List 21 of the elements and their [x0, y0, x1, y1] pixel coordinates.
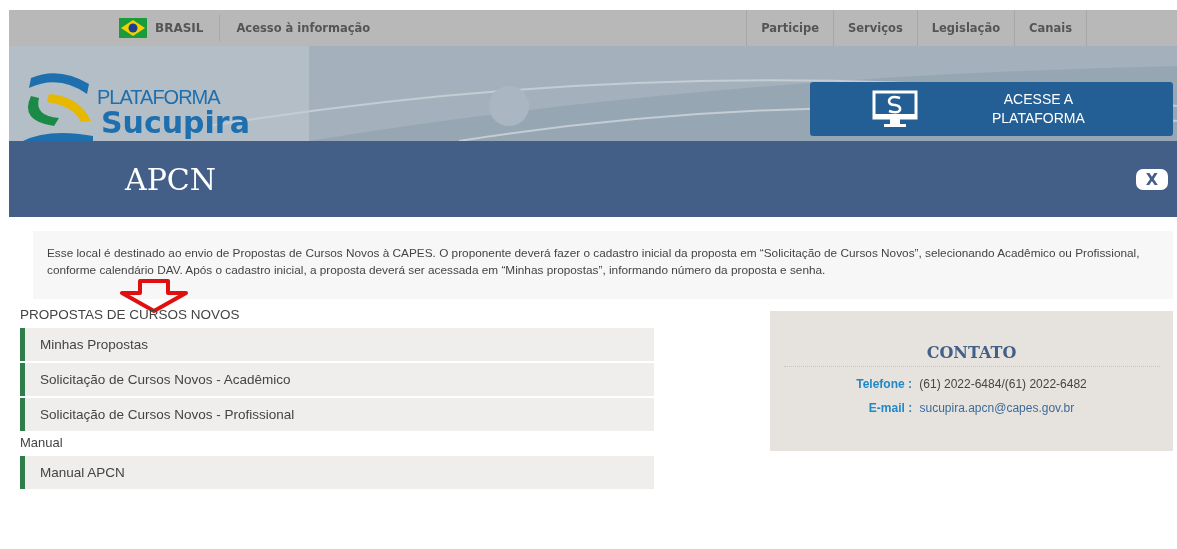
monitor-icon	[872, 90, 918, 128]
menu-link[interactable]: Solicitação de Cursos Novos - Profissional	[20, 398, 654, 431]
intro-paragraph: Esse local é destinado ao envio de Propostas de Cursos Novos à CAPES. O proponente deverá fazer o cadastro inicial da proposta em “Solicitação de Cursos Novos”, selecionando Acadêmico ou Profissional, conforme calendário DAV. Após o cadastro inicial, a proposta deverá ser acessada em “Minhas propostas”, informando número da proposta e senha.	[33, 231, 1173, 299]
access-info-link[interactable]: Acesso à informação	[220, 21, 371, 35]
page-title: APCN	[125, 161, 217, 197]
section-title: PROPOSTAS DE CURSOS NOVOS	[20, 306, 241, 324]
menu-link[interactable]: Solicitação de Cursos Novos - Acadêmico	[20, 363, 654, 396]
logo-wordmark: Sucupira	[101, 106, 250, 140]
phone-number: (61) 2022-6484/(61) 2022-6482	[919, 377, 1087, 391]
contact-title: CONTATO	[783, 343, 1160, 367]
menu-link[interactable]: Minhas Propostas	[20, 328, 654, 361]
close-button[interactable]: X	[1135, 168, 1168, 190]
country-label: BRASIL	[155, 15, 221, 41]
flag-icon	[119, 18, 147, 38]
logo-text: PLATAFORMA	[97, 86, 220, 109]
menu-link[interactable]: Manual APCN	[20, 456, 654, 489]
email-link[interactable]: sucupira.apcn@capes.gov.br	[919, 401, 1075, 415]
access-platform-button[interactable]: ACESSE A PLATAFORMA	[810, 82, 1173, 136]
section-title: Manual	[20, 434, 64, 452]
contact-label: Telefone :	[856, 377, 912, 391]
contact-label: E-mail :	[868, 401, 913, 415]
